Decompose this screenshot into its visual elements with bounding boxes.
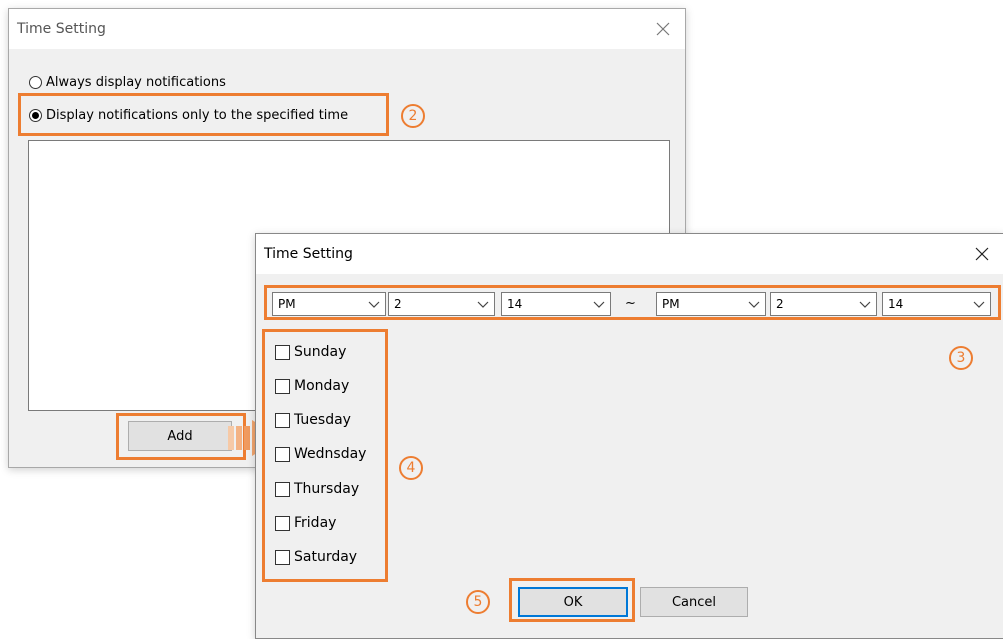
callout-number-4: 4 (399, 456, 423, 480)
close-icon (975, 247, 989, 261)
parent-close-button[interactable] (641, 9, 685, 49)
parent-dialog-title: Time Setting (17, 21, 106, 37)
cancel-button[interactable]: Cancel (640, 587, 748, 617)
radio-always-display[interactable]: Always display notifications (29, 75, 226, 90)
callout-number-3: 3 (949, 346, 973, 370)
callout-box-3 (264, 285, 1001, 320)
child-titlebar: Time Setting (256, 234, 1003, 274)
callout-box-4 (262, 329, 388, 582)
cancel-button-label: Cancel (671, 594, 717, 610)
parent-titlebar: Time Setting (9, 9, 685, 49)
radio-always-circle[interactable] (29, 76, 42, 89)
callout-number-5: 5 (466, 590, 490, 614)
close-icon (656, 22, 670, 36)
callout-box-add (116, 413, 246, 460)
child-close-button[interactable] (960, 234, 1003, 274)
callout-number-2: 2 (401, 104, 425, 128)
callout-box-2 (18, 93, 389, 136)
child-dialog-title: Time Setting (264, 246, 353, 262)
callout-box-5 (509, 578, 635, 622)
radio-always-label: Always display notifications (46, 75, 226, 90)
